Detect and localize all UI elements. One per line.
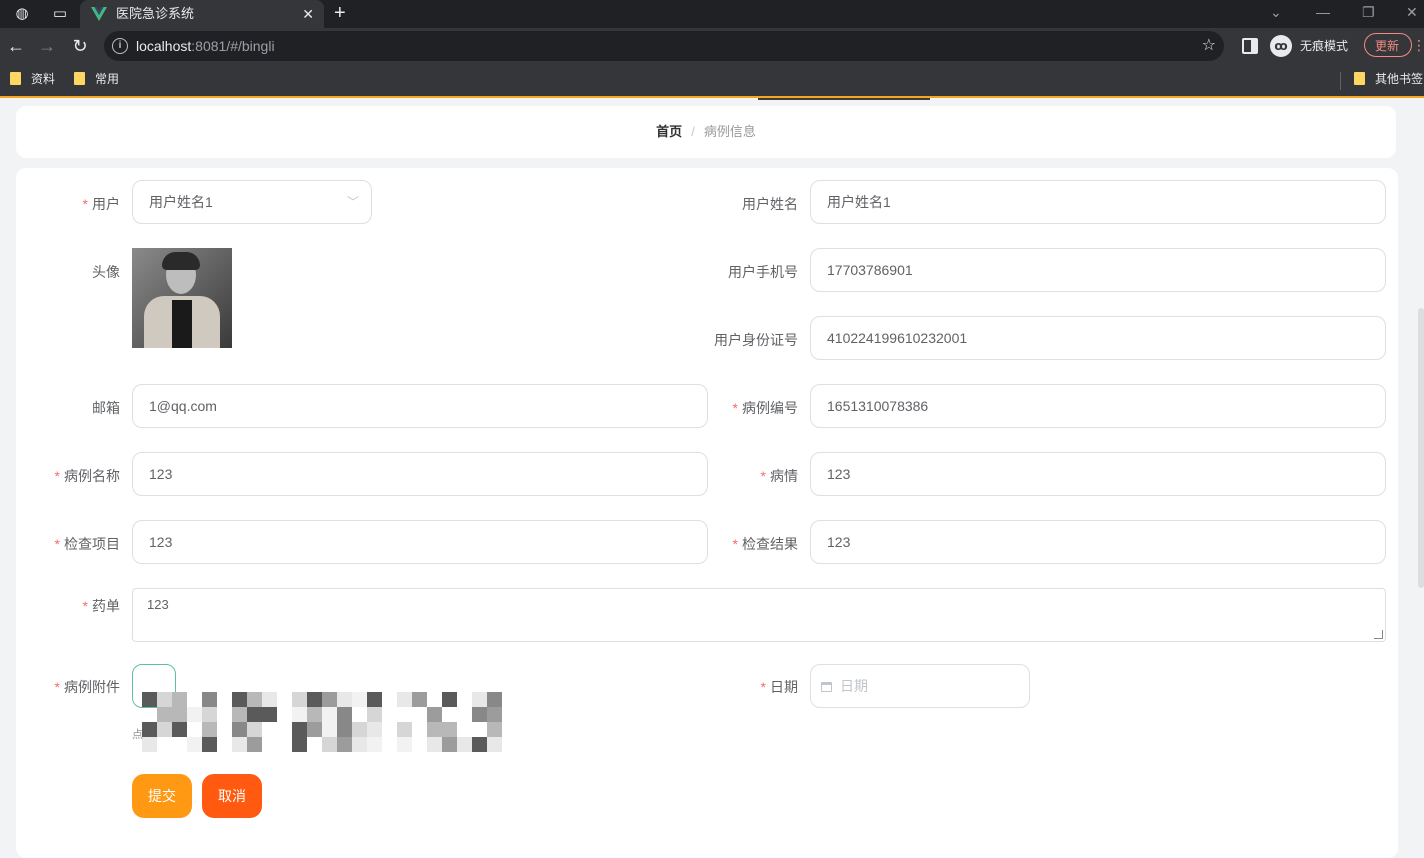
page-content: 首页 / 病例信息 * 用户 用户姓名1 ﹀ 用户姓名 用户姓名1 头像 用户手机号 1… bbox=[0, 98, 1424, 858]
date-label: * 日期 bbox=[760, 679, 798, 695]
email-label: 邮箱 bbox=[92, 400, 120, 416]
browser-tab-bar: ◍ ▭ 医院急诊系统 ✕ + ⌄ — ❐ ✕ bbox=[0, 0, 1424, 28]
breadcrumb-home[interactable]: 首页 bbox=[656, 124, 682, 139]
breadcrumb-separator: / bbox=[691, 124, 695, 139]
close-tab-icon[interactable]: ✕ bbox=[302, 4, 314, 24]
update-button[interactable]: 更新 bbox=[1364, 33, 1412, 57]
phone-field[interactable]: 17703786901 bbox=[810, 248, 1386, 292]
cancel-button[interactable]: 取消 bbox=[202, 774, 262, 818]
forward-arrow-icon[interactable]: → bbox=[36, 35, 58, 57]
attachment-preview-pixelated bbox=[142, 692, 502, 752]
bookmarks-divider bbox=[1340, 72, 1341, 90]
bookmark-folder-changyong[interactable]: 常用 bbox=[74, 71, 119, 87]
case-no-label: * 病例编号 bbox=[732, 400, 798, 416]
vue-logo-icon bbox=[91, 7, 107, 21]
side-panel-icon[interactable] bbox=[1242, 38, 1258, 54]
calendar-icon bbox=[821, 682, 832, 692]
folder-icon bbox=[1354, 72, 1365, 85]
date-picker[interactable]: 日期 bbox=[810, 664, 1030, 708]
prescription-textarea[interactable]: 123 bbox=[132, 588, 1386, 642]
bookmark-folder-ziliao[interactable]: 资料 bbox=[10, 71, 55, 87]
site-info-icon[interactable]: i bbox=[112, 38, 128, 54]
bookmarks-bar: 资料 常用 其他书签 bbox=[0, 64, 1424, 98]
case-no-field[interactable]: 1651310078386 bbox=[810, 384, 1386, 428]
bookmark-star-icon[interactable]: ☆ bbox=[1202, 35, 1216, 57]
tab-search-icon[interactable]: ⌄ bbox=[1270, 2, 1282, 22]
minimize-icon[interactable]: — bbox=[1316, 2, 1330, 22]
exam-result-label: * 检查结果 bbox=[732, 536, 798, 552]
breadcrumb: 首页 / 病例信息 bbox=[16, 124, 1396, 140]
submit-button[interactable]: 提交 bbox=[132, 774, 192, 818]
attachment-label: * 病例附件 bbox=[54, 679, 120, 695]
avatar-label: 头像 bbox=[92, 264, 120, 280]
folder-icon bbox=[74, 72, 85, 85]
tab-title: 医院急诊系统 bbox=[116, 6, 195, 21]
more-menu-icon[interactable]: ⋮ bbox=[1412, 36, 1424, 54]
folder-icon bbox=[10, 72, 21, 85]
avatar bbox=[132, 248, 232, 348]
bookmark-folder-other[interactable]: 其他书签 bbox=[1354, 71, 1423, 87]
nav-active-indicator bbox=[758, 98, 930, 100]
condition-label: * 病情 bbox=[760, 468, 798, 484]
prescription-label: * 药单 bbox=[82, 598, 120, 614]
incognito-label: 无痕模式 bbox=[1300, 39, 1349, 53]
incognito-icon[interactable]: ꝏ bbox=[1270, 35, 1292, 57]
user-name-label: 用户姓名 bbox=[742, 196, 798, 212]
case-form: * 用户 用户姓名1 ﹀ 用户姓名 用户姓名1 头像 用户手机号 177037869… bbox=[16, 168, 1398, 858]
condition-field[interactable]: 123 bbox=[810, 452, 1386, 496]
restore-icon[interactable]: ❐ bbox=[1362, 2, 1375, 22]
reload-icon[interactable]: ↻ bbox=[69, 35, 91, 57]
browser-tab[interactable]: 医院急诊系统 ✕ bbox=[80, 0, 324, 28]
close-window-icon[interactable]: ✕ bbox=[1406, 2, 1418, 22]
breadcrumb-card: 首页 / 病例信息 bbox=[16, 106, 1396, 158]
id-card-field[interactable]: 410224199610232001 bbox=[810, 316, 1386, 360]
page-scrollbar[interactable] bbox=[1418, 308, 1424, 588]
phone-label: 用户手机号 bbox=[728, 264, 798, 280]
globe-icon[interactable]: ◍ bbox=[12, 4, 32, 24]
tab-group-icon[interactable]: ▭ bbox=[50, 4, 70, 24]
url-text[interactable]: localhost:8081/#/bingli bbox=[136, 38, 275, 54]
address-bar[interactable]: i localhost:8081/#/bingli ☆ bbox=[104, 31, 1224, 61]
resize-handle-icon[interactable] bbox=[1374, 630, 1383, 639]
user-name-field[interactable]: 用户姓名1 bbox=[810, 180, 1386, 224]
id-card-label: 用户身份证号 bbox=[714, 332, 798, 348]
exam-item-label: * 检查项目 bbox=[54, 536, 120, 552]
upload-hint: 点 bbox=[132, 729, 143, 741]
case-name-label: * 病例名称 bbox=[54, 468, 120, 484]
back-arrow-icon[interactable]: ← bbox=[5, 35, 27, 57]
user-label: * 用户 bbox=[82, 196, 120, 212]
browser-toolbar: ← → ↻ i localhost:8081/#/bingli ☆ bbox=[0, 28, 1424, 64]
user-select[interactable]: 用户姓名1 ﹀ bbox=[132, 180, 372, 224]
exam-result-field[interactable]: 123 bbox=[810, 520, 1386, 564]
new-tab-icon[interactable]: + bbox=[334, 2, 346, 24]
chevron-down-icon: ﹀ bbox=[346, 195, 359, 209]
breadcrumb-current: 病例信息 bbox=[703, 124, 756, 139]
